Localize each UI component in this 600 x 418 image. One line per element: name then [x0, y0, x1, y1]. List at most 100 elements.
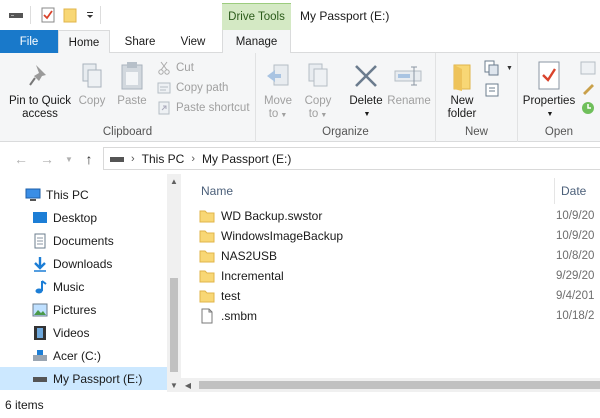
properties-button[interactable]: Properties ▼ — [522, 59, 576, 121]
desktop-icon — [32, 210, 48, 226]
breadcrumb-my-passport[interactable]: My Passport (E:) — [202, 152, 291, 166]
file-date: 10/8/20 — [556, 250, 595, 262]
folder-icon — [199, 248, 215, 264]
back-arrow-icon[interactable]: ← — [12, 150, 30, 168]
tab-home[interactable]: Home — [58, 30, 110, 54]
folder-icon — [199, 208, 215, 224]
videos-icon — [32, 325, 48, 341]
tab-file[interactable]: File — [0, 30, 58, 53]
nav-item-label: Pictures — [53, 302, 97, 317]
nav-item-downloads[interactable]: Downloads — [0, 252, 167, 275]
file-row[interactable]: Incremental 9/29/20 — [199, 266, 600, 286]
clipboard-paste-icon — [115, 59, 149, 93]
system-drive-icon — [32, 348, 48, 364]
properties-icon[interactable] — [40, 7, 56, 23]
copy-to-label-line1: Copy — [304, 95, 332, 107]
nav-item-documents[interactable]: Documents — [0, 229, 167, 252]
file-row[interactable]: .smbm 10/18/2 — [199, 306, 600, 326]
customize-toolbar-icon[interactable] — [82, 7, 98, 23]
navigation-bar: ← → ▼ ↑ › This PC › My Passport (E:) — [0, 143, 600, 174]
easy-access-button[interactable] — [484, 81, 504, 99]
scroll-down-icon[interactable]: ▼ — [167, 378, 181, 392]
recent-locations-chevron-icon[interactable]: ▼ — [60, 150, 78, 168]
new-folder-icon[interactable] — [62, 7, 78, 23]
nav-item-my-passport[interactable]: My Passport (E:) — [0, 367, 167, 390]
scissors-icon — [156, 60, 172, 76]
drive-icon — [110, 154, 124, 164]
nav-item-desktop[interactable]: Desktop — [0, 206, 167, 229]
copy-to-dropdown-icon: ▼ — [320, 112, 328, 119]
properties-dropdown-icon: ▼ — [546, 111, 554, 118]
drive-tools-context-label: Drive Tools — [222, 3, 291, 30]
address-bar[interactable]: › This PC › My Passport (E:) — [103, 147, 600, 170]
history-button[interactable] — [580, 99, 600, 117]
nav-item-music[interactable]: Music — [0, 275, 167, 298]
file-row[interactable]: test 9/4/201 — [199, 286, 600, 306]
tab-share[interactable]: Share — [116, 30, 164, 53]
navigation-pane-scrollbar[interactable]: ▲ ▼ — [167, 174, 181, 392]
edit-button[interactable] — [580, 79, 600, 97]
delete-dropdown-icon: ▼ — [363, 111, 371, 118]
file-date: 9/4/201 — [556, 290, 595, 302]
up-arrow-icon[interactable]: ↑ — [80, 150, 98, 168]
nav-item-label: Downloads — [53, 256, 113, 271]
tab-view[interactable]: View — [170, 30, 216, 53]
rename-button[interactable]: Rename — [387, 59, 431, 108]
paste-shortcut-label: Paste shortcut — [176, 102, 250, 114]
clipboard-group: Pin to Quick access Copy Paste Cut Copy … — [0, 53, 256, 142]
scrollbar-thumb[interactable] — [199, 381, 600, 389]
nav-item-label: Acer (C:) — [53, 348, 101, 363]
scroll-up-icon[interactable]: ▲ — [167, 174, 181, 188]
forward-arrow-icon[interactable]: → — [38, 150, 56, 168]
cut-button[interactable]: Cut — [156, 59, 194, 77]
horizontal-scrollbar[interactable]: ◀ — [181, 378, 600, 392]
drive-icon — [32, 371, 48, 387]
nav-item-acer-c[interactable]: Acer (C:) — [0, 344, 167, 367]
nav-item-videos[interactable]: Videos — [0, 321, 167, 344]
pin-to-quick-access-button[interactable]: Pin to Quick access — [4, 59, 76, 121]
file-name: Incremental — [221, 269, 284, 283]
new-folder-button[interactable]: New folder — [444, 59, 480, 121]
nav-item-label: Videos — [53, 325, 90, 340]
scroll-left-icon[interactable]: ◀ — [181, 378, 195, 392]
column-header-name[interactable]: Name — [201, 180, 233, 202]
copy-path-button[interactable]: Copy path — [156, 79, 228, 97]
breadcrumb-this-pc[interactable]: This PC — [142, 152, 185, 166]
scrollbar-thumb[interactable] — [170, 278, 178, 372]
delete-button[interactable]: Delete ▼ — [346, 59, 386, 121]
new-item-icon — [484, 60, 500, 76]
rename-icon — [392, 59, 426, 93]
copy-to-button[interactable]: Copy to ▼ — [302, 59, 334, 122]
new-folder-label-line2: folder — [447, 108, 477, 120]
file-name: WindowsImageBackup — [221, 229, 344, 243]
copy-to-label-line2: to ▼ — [308, 108, 328, 120]
nav-item-label: This PC — [46, 187, 89, 202]
new-item-dropdown-icon: ▼ — [506, 64, 513, 72]
cut-label: Cut — [176, 62, 194, 74]
breadcrumb-separator-icon[interactable]: › — [131, 153, 135, 165]
column-header-date[interactable]: Date — [561, 180, 586, 202]
file-row[interactable]: WindowsImageBackup 10/9/20 — [199, 226, 600, 246]
move-to-button[interactable]: Move to ▼ — [262, 59, 294, 122]
qat-divider — [100, 6, 101, 24]
paste-shortcut-button[interactable]: Paste shortcut — [156, 99, 250, 117]
clipboard-group-label: Clipboard — [102, 126, 153, 138]
file-date: 9/29/20 — [556, 270, 595, 282]
window-title: My Passport (E:) — [300, 9, 390, 23]
new-item-button[interactable]: ▼ — [484, 59, 513, 77]
file-name: NAS2USB — [221, 249, 278, 263]
paste-button[interactable]: Paste — [114, 59, 150, 108]
organize-group: Move to ▼ Copy to ▼ Delete ▼ Rename Organi… — [256, 53, 436, 142]
open-button[interactable] — [580, 59, 600, 77]
tab-manage[interactable]: Manage — [222, 30, 291, 53]
nav-item-this-pc[interactable]: This PC — [0, 183, 167, 206]
file-row[interactable]: NAS2USB 10/8/20 — [199, 246, 600, 266]
nav-item-pictures[interactable]: Pictures — [0, 298, 167, 321]
copy-button[interactable]: Copy — [76, 59, 108, 108]
file-row[interactable]: WD Backup.swstor 10/9/20 — [199, 206, 600, 226]
breadcrumb-separator-icon[interactable]: › — [191, 153, 195, 165]
folder-icon — [445, 59, 479, 93]
move-to-dropdown-icon: ▼ — [280, 112, 288, 119]
drive-icon[interactable] — [8, 7, 24, 23]
column-divider[interactable] — [554, 178, 555, 204]
